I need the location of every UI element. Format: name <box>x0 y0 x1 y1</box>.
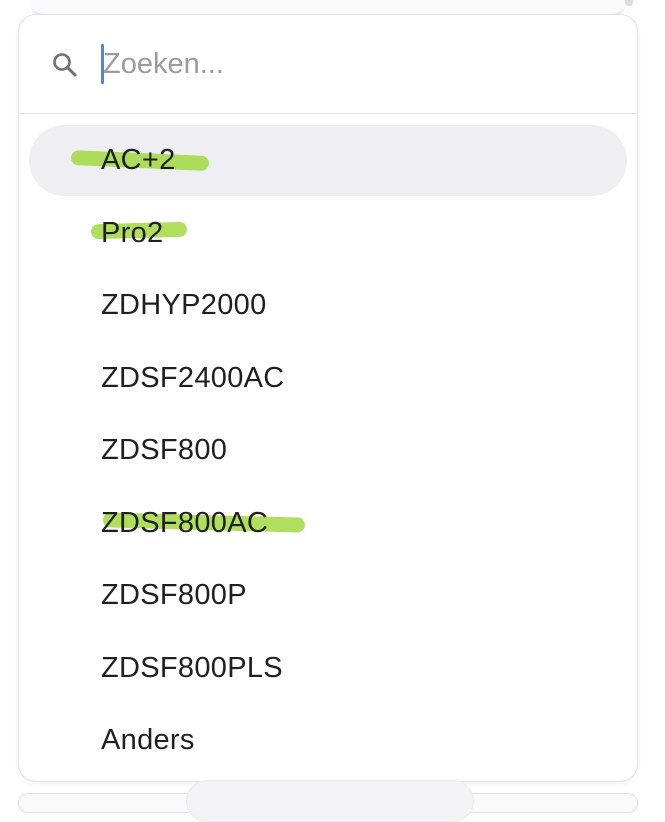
option-item[interactable]: Anders <box>19 704 637 777</box>
option-item[interactable]: AC+2 <box>19 124 637 197</box>
option-label: Pro2 <box>101 216 164 249</box>
option-item[interactable]: ZDHYP2000 <box>19 269 637 342</box>
option-item[interactable]: ZDSF800AC <box>19 487 637 560</box>
option-label: ZDHYP2000 <box>101 289 267 321</box>
search-bar[interactable] <box>19 15 637 114</box>
option-label: ZDSF800P <box>101 579 247 611</box>
option-list: AC+2 Pro2 ZDHYP2000 ZDSF2400AC ZDSF800 Z… <box>19 124 637 777</box>
option-label: AC+2 <box>101 144 176 176</box>
option-item[interactable]: ZDSF800 <box>19 414 637 487</box>
bottom-button-edge[interactable] <box>186 780 474 822</box>
search-input[interactable] <box>103 37 603 91</box>
option-item[interactable]: ZDSF800P <box>19 559 637 632</box>
option-item[interactable]: ZDSF2400AC <box>19 342 637 415</box>
search-icon <box>51 51 79 79</box>
option-label: ZDSF800PLS <box>101 651 283 684</box>
option-label: ZDSF2400AC <box>101 361 285 394</box>
dropdown-panel: AC+2 Pro2 ZDHYP2000 ZDSF2400AC ZDSF800 Z… <box>18 14 638 782</box>
option-item[interactable]: Pro2 <box>19 197 637 270</box>
option-item[interactable]: ZDSF800PLS <box>19 632 637 705</box>
corner-indicator <box>625 0 633 6</box>
option-label: ZDSF800AC <box>101 506 269 539</box>
option-label: ZDSF800 <box>101 434 228 466</box>
option-label: Anders <box>101 724 195 756</box>
